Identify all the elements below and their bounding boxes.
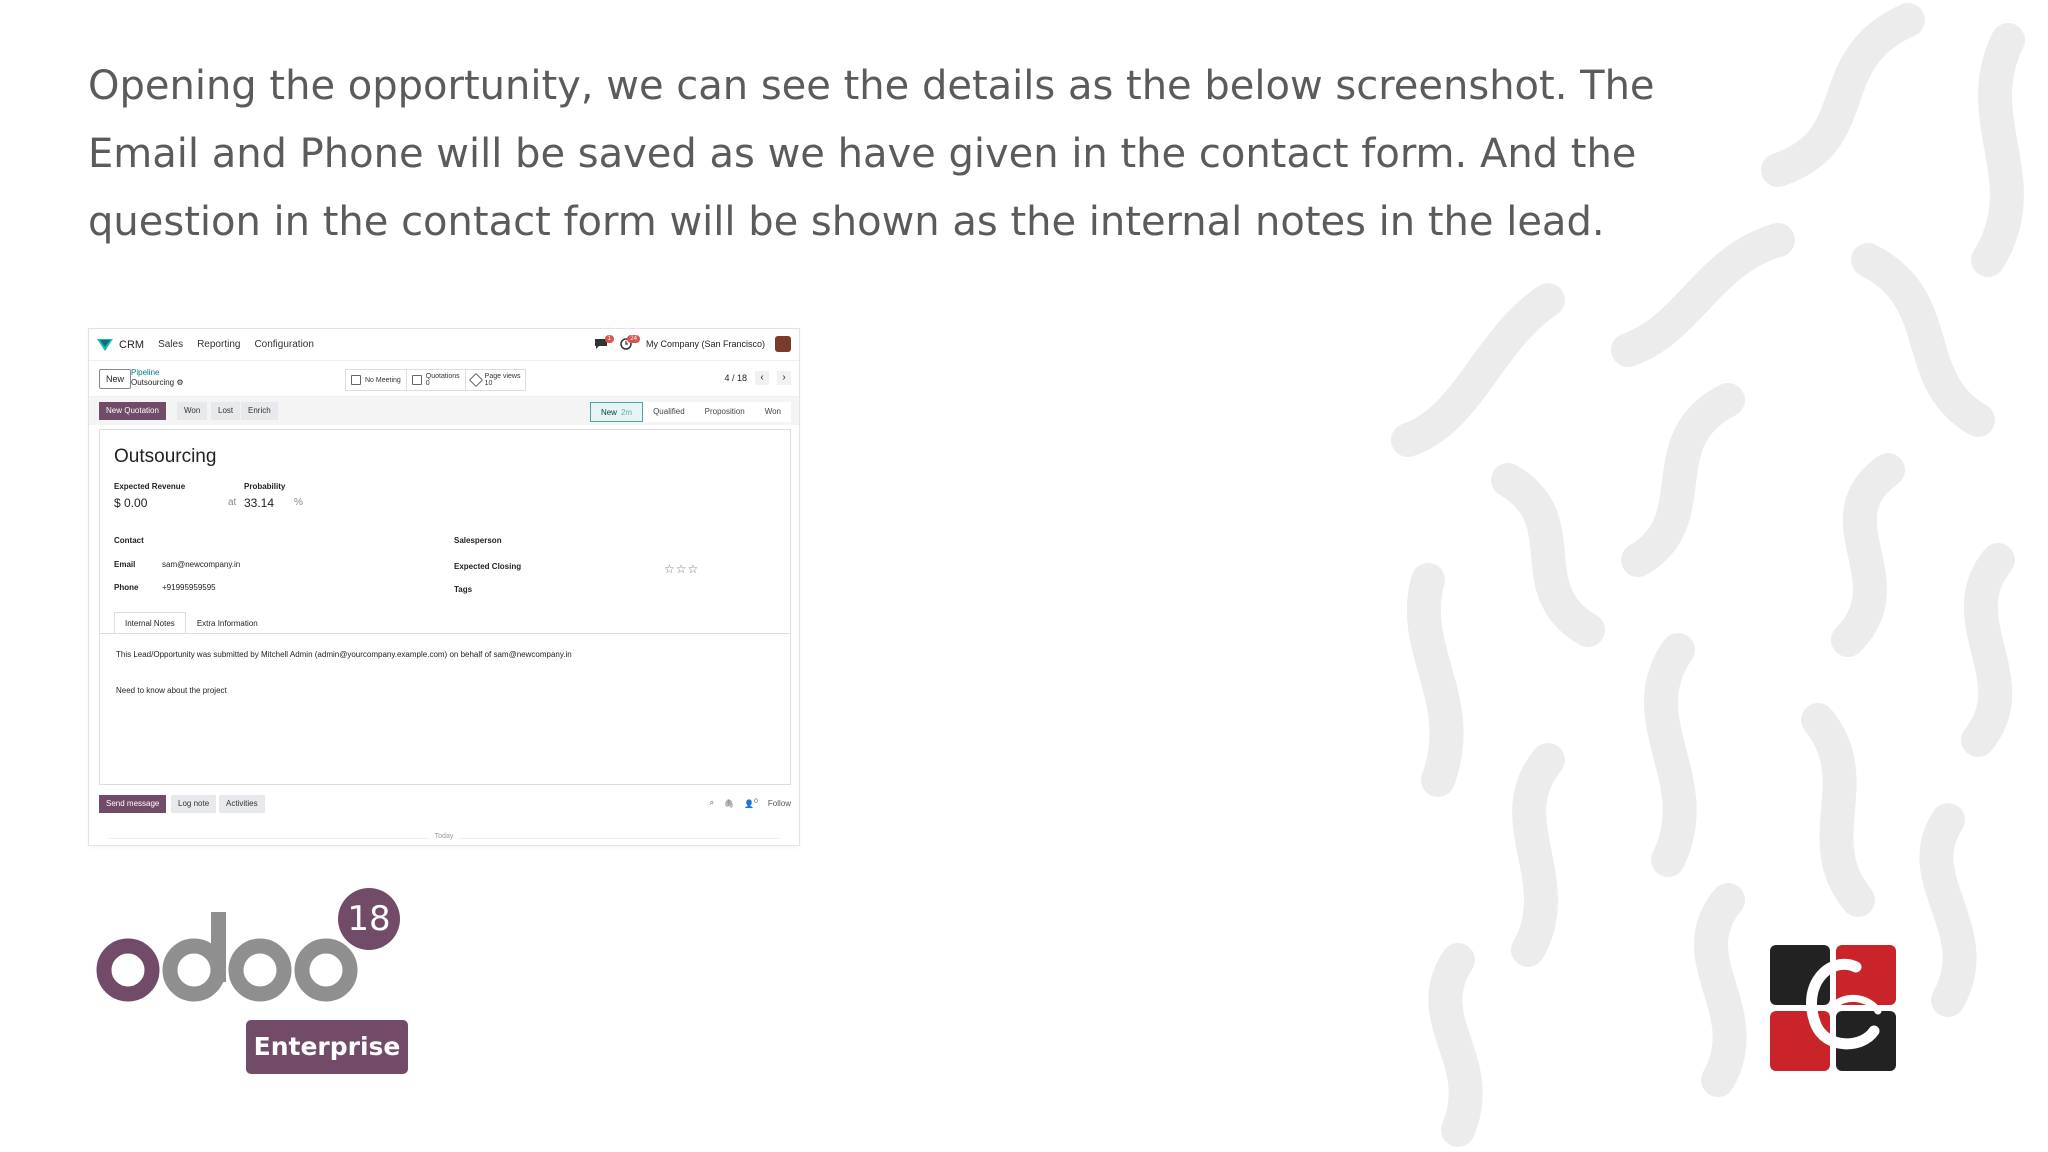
control-panel: New Pipeline Outsourcing ⚙ No Meeting Qu…	[89, 361, 799, 397]
lost-button[interactable]: Lost	[211, 402, 241, 420]
chatter-tools: ⌕ 🖇 👤0 Follow	[710, 798, 791, 809]
stage-qualified[interactable]: Qualified	[643, 402, 695, 422]
email-field[interactable]: sam@newcompany.in	[162, 560, 240, 569]
gear-icon[interactable]: ⚙	[176, 378, 183, 387]
enrich-button[interactable]: Enrich	[241, 402, 278, 420]
stage-new[interactable]: New 2m	[589, 402, 644, 422]
quotations-smart-button[interactable]: Quotations 0	[407, 370, 466, 390]
next-record-icon[interactable]: ›	[777, 371, 791, 385]
phone-field[interactable]: +91995959595	[162, 583, 216, 592]
messages-icon[interactable]: 1	[594, 335, 614, 350]
chatter: Send message Log note Activities ⌕ 🖇 👤0 …	[89, 785, 799, 845]
app-name[interactable]: CRM	[119, 339, 144, 351]
new-quotation-button[interactable]: New Quotation	[99, 402, 166, 420]
paperclip-icon[interactable]: 🖇	[724, 799, 734, 808]
email-label: Email	[114, 560, 136, 569]
odoo-logo: 18 Enterprise	[94, 888, 414, 1078]
odoo-crm-screenshot: CRM Sales Reporting Configuration 1 24 M…	[88, 328, 800, 846]
form-sheet: Outsourcing Expected Revenue $ 0.00 Prob…	[99, 429, 791, 785]
messages-count: 1	[604, 335, 614, 343]
company-logo	[1770, 945, 1896, 1071]
today-divider: Today	[89, 833, 799, 840]
opportunity-title[interactable]: Outsourcing	[114, 446, 216, 468]
search-icon[interactable]: ⌕	[710, 798, 714, 808]
internal-note-line[interactable]: This Lead/Opportunity was submitted by M…	[116, 650, 572, 659]
action-status-bar: New Quotation Won Lost Enrich New 2m Qual…	[89, 397, 799, 425]
probability-label: Probability	[244, 482, 286, 491]
breadcrumb-pipeline[interactable]: Pipeline	[131, 368, 184, 378]
log-note-button[interactable]: Log note	[171, 795, 217, 813]
probability-at: at	[228, 497, 237, 508]
meeting-smart-button[interactable]: No Meeting	[346, 370, 407, 390]
send-message-button[interactable]: Send message	[99, 795, 167, 813]
page-views-smart-button[interactable]: Page views 10	[466, 370, 526, 390]
menu-configuration[interactable]: Configuration	[254, 339, 313, 350]
activities-icon[interactable]: 24	[620, 335, 640, 350]
follow-button[interactable]: Follow	[768, 799, 791, 808]
phone-label: Phone	[114, 583, 139, 592]
breadcrumb: Pipeline Outsourcing ⚙	[131, 368, 184, 388]
odoo-version-badge: 18	[347, 899, 391, 939]
followers-icon[interactable]: 👤0	[744, 798, 758, 809]
record-pager: 4 / 18 ‹ ›	[724, 371, 791, 385]
activities-button[interactable]: Activities	[219, 795, 265, 813]
priority-stars[interactable]: ☆☆☆	[664, 562, 699, 576]
company-switcher[interactable]: My Company (San Francisco)	[646, 339, 765, 349]
internal-note-question[interactable]: Need to know about the project	[116, 686, 227, 695]
edit-icon	[411, 375, 422, 385]
stage-won[interactable]: Won	[754, 402, 791, 422]
menu-reporting[interactable]: Reporting	[197, 339, 240, 350]
tags-label: Tags	[454, 585, 473, 594]
stage-proposition[interactable]: Proposition	[694, 402, 755, 422]
tab-internal-notes[interactable]: Internal Notes	[114, 612, 186, 634]
contact-label: Contact	[114, 536, 144, 545]
previous-record-icon[interactable]: ‹	[755, 371, 769, 385]
smart-buttons: No Meeting Quotations 0 Page views 10	[345, 369, 527, 391]
tab-extra-information[interactable]: Extra Information	[186, 612, 269, 634]
salesperson-label: Salesperson	[454, 536, 502, 545]
breadcrumb-current: Outsourcing ⚙	[131, 378, 184, 387]
calendar-icon	[351, 375, 361, 385]
activities-count: 24	[627, 335, 640, 343]
stage-pipeline: New 2m Qualified Proposition Won	[589, 402, 791, 422]
probability-field[interactable]: 33.14	[244, 496, 274, 510]
tag-icon	[468, 372, 483, 388]
top-navbar: CRM Sales Reporting Configuration 1 24 M…	[89, 329, 799, 361]
pager-value[interactable]: 4 / 18	[724, 373, 747, 383]
crm-app-icon[interactable]	[97, 338, 113, 351]
won-button[interactable]: Won	[177, 402, 208, 420]
user-avatar[interactable]	[775, 336, 791, 352]
tab-divider	[100, 633, 790, 634]
expected-revenue-label: Expected Revenue	[114, 482, 186, 491]
probability-percent: %	[294, 497, 303, 508]
menu-sales[interactable]: Sales	[158, 339, 183, 350]
expected-revenue-field[interactable]: $ 0.00	[114, 496, 147, 510]
systray: 1 24 My Company (San Francisco)	[594, 335, 791, 352]
intro-paragraph: Opening the opportunity, we can see the …	[88, 63, 1655, 245]
new-button[interactable]: New	[99, 369, 132, 389]
notebook-tabs: Internal Notes Extra Information	[114, 612, 269, 634]
enterprise-badge: Enterprise	[246, 1020, 408, 1074]
expected-closing-label: Expected Closing	[454, 562, 522, 571]
